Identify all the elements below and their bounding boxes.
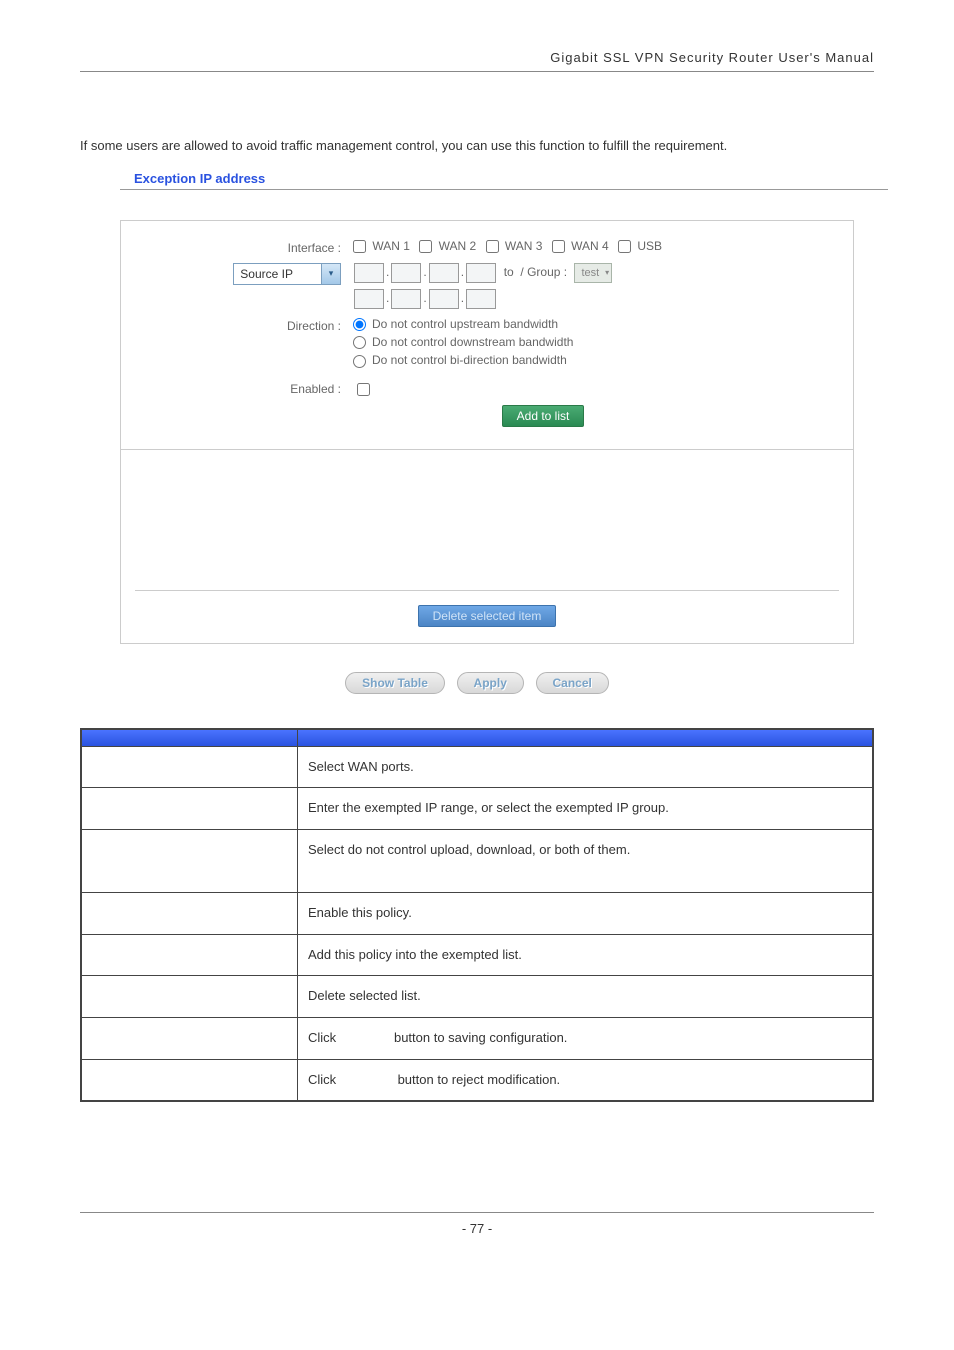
group-select[interactable]: test ▾ — [574, 263, 612, 283]
table-row — [81, 892, 298, 934]
table-row — [81, 1018, 298, 1060]
table-row: Add this policy into the exempted list. — [298, 934, 874, 976]
ip-to-1[interactable] — [354, 289, 384, 309]
table-row: Click button to reject modification. — [298, 1059, 874, 1101]
wan1-checkbox[interactable] — [353, 240, 366, 253]
wan3-checkbox[interactable] — [486, 240, 499, 253]
table-row — [81, 788, 298, 830]
ip-to-3[interactable] — [429, 289, 459, 309]
source-ip-select-label: Source IP — [234, 267, 321, 281]
to-label: to — [504, 265, 514, 279]
apply-button[interactable]: Apply — [457, 672, 524, 694]
chevron-down-icon: ▾ — [605, 268, 609, 277]
radio-upstream-label: Do not control upstream bandwidth — [372, 317, 558, 331]
ip-to-4[interactable] — [466, 289, 496, 309]
delete-selected-button[interactable]: Delete selected item — [418, 605, 557, 627]
group-label: / Group : — [517, 265, 567, 279]
wan4-label: WAN 4 — [571, 239, 609, 253]
table-row: Delete selected list. — [298, 976, 874, 1018]
table-row: Click button to saving configuration. — [298, 1018, 874, 1060]
ip-to-2[interactable] — [391, 289, 421, 309]
table-row — [81, 976, 298, 1018]
wan2-label: WAN 2 — [439, 239, 477, 253]
page-footer: - 77 - — [80, 1212, 874, 1236]
description-table: Select WAN ports. Enter the exempted IP … — [80, 728, 874, 1103]
chevron-down-icon: ▾ — [321, 264, 340, 284]
table-row — [81, 1059, 298, 1101]
usb-label: USB — [637, 239, 662, 253]
ip-from-4[interactable] — [466, 263, 496, 283]
bottom-button-row: Show Table Apply Cancel — [80, 672, 874, 694]
table-header-item — [81, 729, 298, 747]
radio-downstream-label: Do not control downstream bandwidth — [372, 335, 573, 349]
table-row: Select WAN ports. — [298, 746, 874, 788]
interface-label: Interface : — [141, 239, 353, 255]
wan1-label: WAN 1 — [372, 239, 410, 253]
wan3-label: WAN 3 — [505, 239, 543, 253]
group-select-value: test — [581, 267, 599, 279]
ip-from-2[interactable] — [391, 263, 421, 283]
table-row — [81, 829, 298, 892]
show-table-button[interactable]: Show Table — [345, 672, 445, 694]
radio-upstream[interactable] — [353, 318, 366, 331]
radio-bidir-label: Do not control bi-direction bandwidth — [372, 353, 567, 367]
table-row — [81, 934, 298, 976]
source-ip-select[interactable]: Source IP ▾ — [233, 263, 341, 285]
exception-list[interactable] — [135, 450, 839, 591]
ip-from-3[interactable] — [429, 263, 459, 283]
enabled-label: Enabled : — [141, 380, 353, 396]
exception-form: Interface : WAN 1 WAN 2 WAN 3 WAN 4 USB … — [120, 220, 854, 644]
table-row: Enable this policy. — [298, 892, 874, 934]
cancel-button[interactable]: Cancel — [536, 672, 609, 694]
page-header: Gigabit SSL VPN Security Router User's M… — [80, 50, 874, 72]
table-row — [81, 746, 298, 788]
enabled-checkbox[interactable] — [357, 383, 370, 396]
table-header-desc — [298, 729, 874, 747]
wan4-checkbox[interactable] — [552, 240, 565, 253]
add-to-list-button[interactable]: Add to list — [502, 405, 585, 427]
section-title: Exception IP address — [120, 171, 888, 190]
radio-downstream[interactable] — [353, 336, 366, 349]
intro-text: If some users are allowed to avoid traff… — [80, 132, 874, 161]
table-row: Enter the exempted IP range, or select t… — [298, 788, 874, 830]
ip-from-1[interactable] — [354, 263, 384, 283]
wan2-checkbox[interactable] — [419, 240, 432, 253]
direction-label: Direction : — [141, 317, 353, 333]
table-row: Select do not control upload, download, … — [298, 829, 874, 892]
radio-bidir[interactable] — [353, 355, 366, 368]
usb-checkbox[interactable] — [618, 240, 631, 253]
